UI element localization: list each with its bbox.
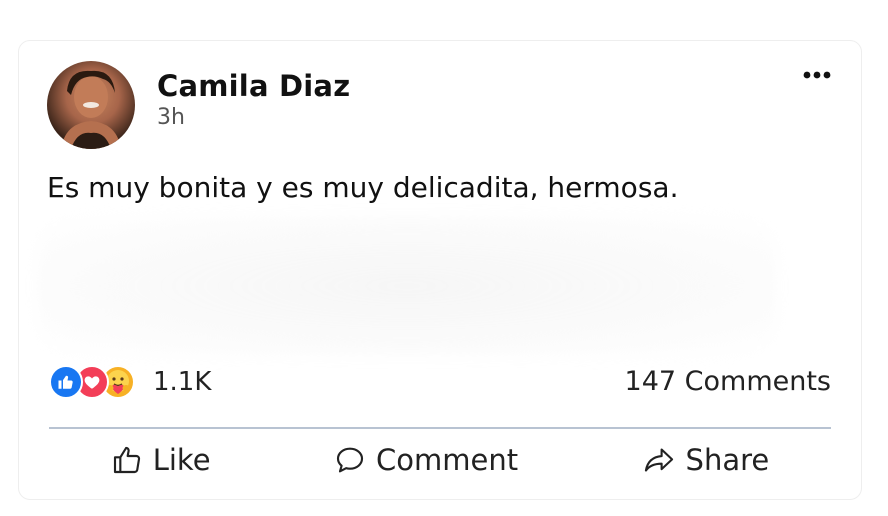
post-card: Camila Diaz 3h Es muy bonita y es muy de… [18, 40, 862, 500]
comments-count-link[interactable]: 147 Comments [625, 366, 831, 397]
thumbs-up-icon [113, 446, 140, 474]
avatar-photo [61, 70, 121, 149]
share-arrow-icon [644, 448, 673, 472]
reaction-count: 1.1K [153, 367, 212, 397]
more-options-icon[interactable] [801, 65, 833, 85]
reactions-summary[interactable]: 1.1K [49, 363, 211, 401]
like-label: Like [152, 443, 211, 477]
comment-label: Comment [376, 443, 519, 477]
avatar[interactable] [47, 61, 135, 149]
post-timestamp[interactable]: 3h [157, 105, 185, 130]
share-button[interactable]: Share [642, 443, 770, 477]
share-label: Share [685, 443, 770, 477]
comment-bubble-icon [336, 447, 364, 473]
author-name[interactable]: Camila Diaz [157, 69, 350, 103]
post-actions-bar: Like Comment Share [49, 437, 831, 483]
comment-button[interactable]: Comment [334, 443, 518, 477]
divider [49, 427, 831, 429]
like-button[interactable]: Like [111, 443, 211, 477]
blurred-content [37, 216, 777, 356]
post-text: Es muy bonita y es muy delicadita, hermo… [47, 171, 679, 204]
like-icon [49, 365, 83, 399]
